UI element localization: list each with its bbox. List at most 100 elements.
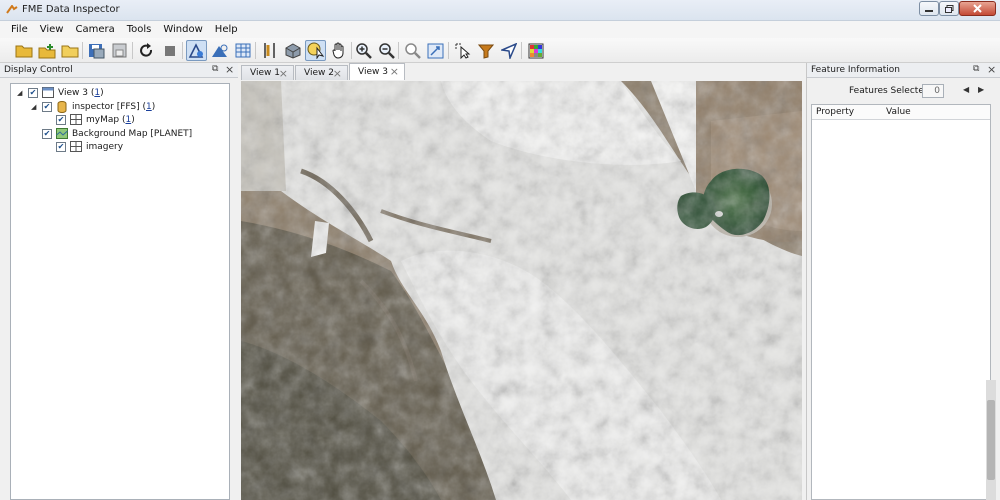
tab-view-3[interactable]: View 3 × [349,63,405,80]
tab-label: View 2 [304,68,334,78]
title-bar: FME Data Inspector [0,0,1000,21]
zoom-extent-button[interactable] [425,40,446,61]
features-selected-count: 0 [922,84,944,98]
background-map-icon [212,44,228,57]
tab-label: View 1 [250,68,280,78]
zoom-out-button[interactable] [376,40,397,61]
column-header-property[interactable]: Property [816,107,854,117]
expand-arrow-icon[interactable]: ◢ [17,89,25,97]
view-area: View 1 × View 2 × View 3 × [238,63,806,500]
maximize-button[interactable] [939,1,959,16]
basemap-icon [56,128,68,139]
layer-checkbox[interactable]: ✔ [42,128,52,139]
refresh-icon [140,43,153,57]
save-button[interactable] [86,40,107,61]
layer-checkbox[interactable]: ✔ [56,114,66,125]
scrollbar-thumb[interactable] [987,400,995,480]
tab-view-1[interactable]: View 1 × [241,65,294,80]
pan-button[interactable] [328,40,349,61]
map-canvas[interactable] [241,81,802,500]
close-tab-icon[interactable]: × [279,67,288,80]
close-panel-icon[interactable]: × [987,63,996,76]
3d-view-button[interactable] [282,40,303,61]
layer-checkbox[interactable]: ✔ [56,141,66,152]
menu-help[interactable]: Help [209,24,244,35]
tab-view-2[interactable]: View 2 × [295,65,348,80]
stop-button[interactable] [159,40,180,61]
layer-checkbox[interactable]: ✔ [28,87,38,98]
features-selected-label: Features Selected: [849,86,933,96]
open-button[interactable] [13,40,34,61]
table-view-button[interactable] [232,40,253,61]
menu-file[interactable]: File [5,24,34,35]
close-panel-icon[interactable]: × [225,63,234,76]
property-table: Property Value [811,104,991,500]
dataset-icon [56,100,68,113]
previous-feature-icon[interactable]: ◀ [963,85,969,94]
property-table-header: Property Value [812,105,990,120]
add-data-icon [38,43,55,58]
select-icon [455,43,471,59]
right-scrollbar[interactable] [986,380,996,500]
minimize-button[interactable] [919,1,939,16]
zoom-out-icon [379,43,395,59]
tree-item-label: inspector [FFS] [72,101,140,112]
add-data-button[interactable] [36,40,57,61]
toolbar [0,38,1000,63]
zoom-extent-icon [427,43,444,58]
zoom-feature-button[interactable] [402,40,423,61]
menu-tools[interactable]: Tools [121,24,158,35]
table-view-icon [235,43,250,58]
tab-label: View 3 [358,67,388,77]
zoom-in-button[interactable] [353,40,374,61]
layer-checkbox[interactable]: ✔ [42,101,52,112]
tree-item-inspector[interactable]: ◢ ✔ inspector [FFS] (1) [31,100,155,113]
view-tabs: View 1 × View 2 × View 3 × [238,63,806,80]
feature-info-title: Feature Information [811,65,900,75]
tree-item-view3[interactable]: ◢ ✔ View 3 (1) [17,86,104,99]
pan-icon [332,42,344,59]
tree-item-label: imagery [86,141,124,152]
3d-view-icon [285,42,300,59]
close-button[interactable] [959,1,996,16]
tree-item-label: myMap [86,114,120,125]
window-title: FME Data Inspector [22,4,120,15]
export-icon [112,43,127,58]
tree-item-mymap[interactable]: ✔ myMap (1) [56,113,135,126]
menu-view[interactable]: View [34,24,70,35]
raster-icon [70,114,82,125]
close-tab-icon[interactable]: × [390,65,399,78]
display-control-title: Display Control [4,65,73,75]
tree-item-label: Background Map [PLANET] [72,128,193,139]
color-grid-icon [528,43,543,58]
tree-item-imagery[interactable]: ✔ imagery [56,140,123,153]
float-panel-icon[interactable]: ⧉ [212,64,218,74]
minimize-icon [925,9,933,12]
fme-logo-icon [6,5,18,14]
identify-button[interactable] [305,40,326,61]
background-map-button[interactable] [209,40,230,61]
measure-button[interactable] [259,40,280,61]
color-grid-button[interactable] [525,40,546,61]
menu-camera[interactable]: Camera [69,24,120,35]
filter-button[interactable] [475,40,496,61]
stop-icon [164,45,175,56]
tree-item-background-map[interactable]: ✔ Background Map [PLANET] [42,127,192,140]
save-icon [89,43,105,58]
expand-arrow-icon[interactable]: ◢ [31,103,39,111]
next-feature-icon[interactable]: ▶ [978,85,984,94]
restore-icon [944,4,953,13]
menu-window[interactable]: Window [157,24,208,35]
refresh-button[interactable] [136,40,157,61]
folder-button[interactable] [59,40,80,61]
measure-icon [264,43,275,58]
float-panel-icon[interactable]: ⧉ [973,64,979,74]
raster-icon [70,141,82,152]
close-tab-icon[interactable]: × [333,67,342,80]
draw-style-button[interactable] [186,40,207,61]
select-button[interactable] [452,40,473,61]
column-header-value[interactable]: Value [886,107,911,117]
display-control-header: Display Control ⧉ × [0,63,238,78]
navigate-button[interactable] [498,40,519,61]
export-button[interactable] [109,40,130,61]
